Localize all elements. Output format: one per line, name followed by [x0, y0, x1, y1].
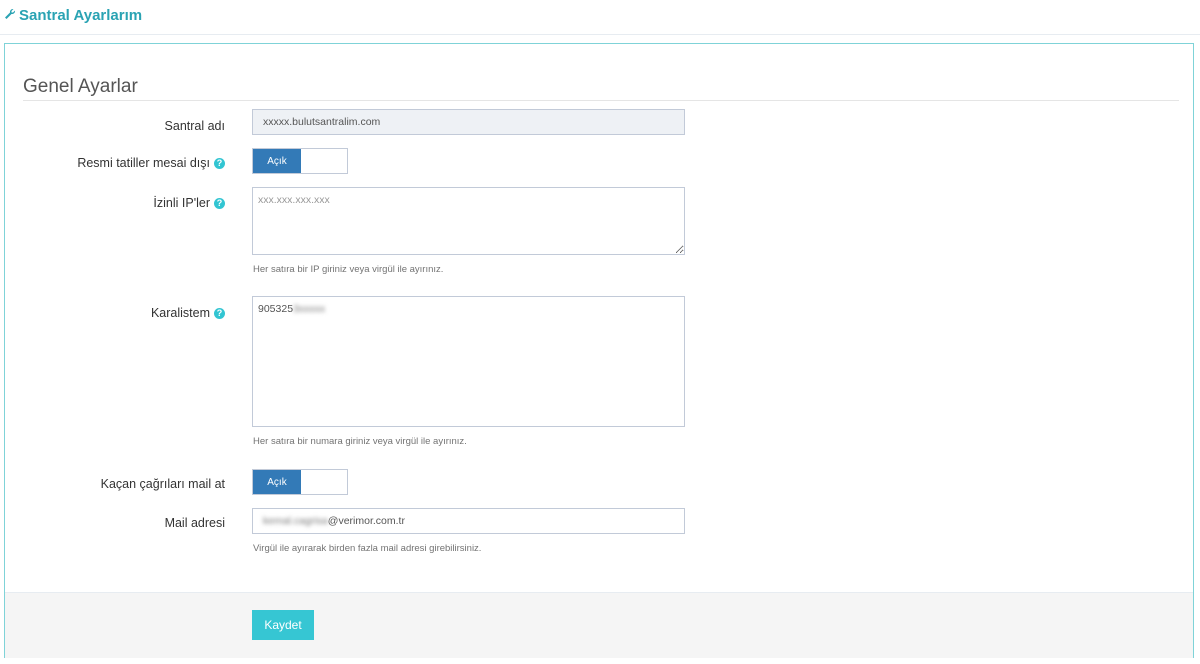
allowed-ips-textarea[interactable]	[252, 187, 685, 255]
help-icon[interactable]: ?	[214, 197, 225, 209]
help-icon[interactable]: ?	[214, 307, 225, 319]
blurred-mail-user: kemal.cagrisa	[263, 515, 328, 527]
save-button[interactable]: Kaydet	[252, 610, 314, 640]
blacklist-textarea[interactable]: 9053253xxxxx	[252, 296, 685, 427]
page-title-text: Santral Ayarlarım	[19, 7, 143, 24]
holiday-toggle-label: Resmi tatiller mesai dışı ?	[77, 156, 225, 170]
help-icon[interactable]: ?	[214, 157, 225, 169]
allowed-ips-label: İzinli IP'ler ?	[153, 196, 225, 210]
holiday-toggle[interactable]: Açık	[252, 148, 348, 174]
blurred-number: 3xxxxx	[293, 303, 326, 315]
missed-calls-toggle[interactable]: Açık	[252, 469, 348, 495]
mail-help: Virgül ile ayırarak birden fazla mail ad…	[253, 543, 482, 554]
section-title: Genel Ayarlar	[23, 76, 138, 97]
blacklist-help: Her satıra bir numara giriniz veya virgü…	[253, 436, 467, 447]
section-divider	[23, 100, 1179, 101]
santral-name-field: xxxxx.bulutsantralim.com	[252, 109, 685, 135]
santral-name-label: Santral adı	[164, 119, 225, 133]
wrench-icon	[4, 7, 16, 24]
page-header: Santral Ayarlarım	[0, 0, 1200, 35]
blacklist-label: Karalistem ?	[151, 306, 225, 320]
mail-input[interactable]: kemal.cagrisa @verimor.com.tr	[252, 508, 685, 534]
allowed-ips-help: Her satıra bir IP giriniz veya virgül il…	[253, 264, 444, 275]
toggle-off-area	[301, 470, 347, 494]
settings-panel: Genel Ayarlar Santral adı xxxxx.bulutsan…	[4, 43, 1194, 658]
missed-calls-label: Kaçan çağrıları mail at	[100, 477, 225, 491]
toggle-on-state: Açık	[253, 470, 301, 494]
toggle-off-area	[301, 149, 347, 173]
page-title: Santral Ayarlarım	[4, 7, 142, 24]
mail-label: Mail adresi	[164, 516, 225, 530]
form-actions: Kaydet	[5, 592, 1193, 658]
toggle-on-state: Açık	[253, 149, 301, 173]
